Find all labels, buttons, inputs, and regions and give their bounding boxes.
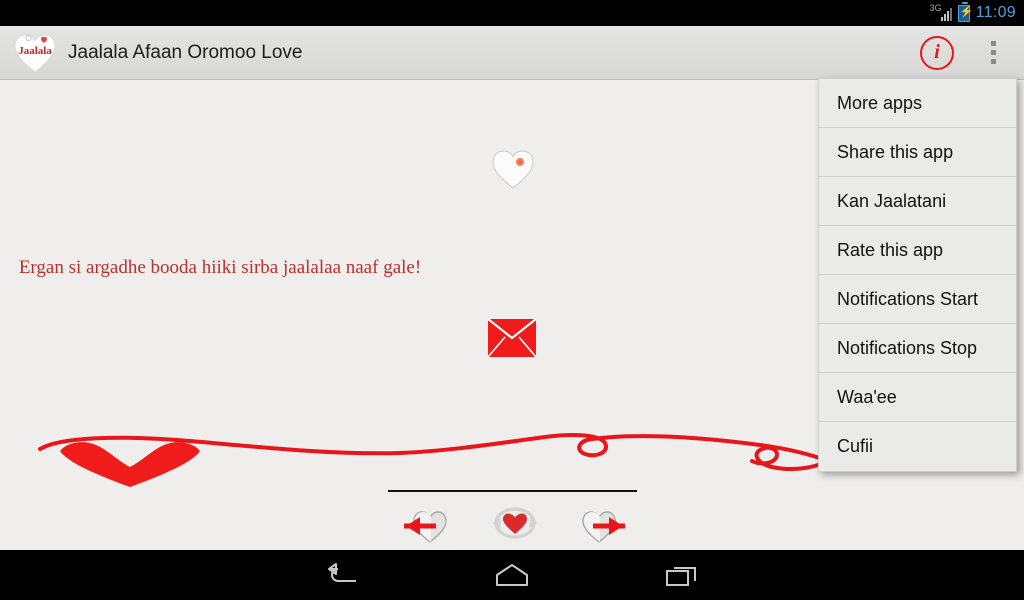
home-button[interactable] (427, 562, 597, 588)
content-controls (380, 501, 650, 549)
action-bar: Jaalala Jaalala Afaan Oromoo Love i (0, 26, 1024, 80)
random-heart-refresh-icon[interactable] (482, 501, 548, 545)
home-icon (496, 564, 528, 586)
heart-outline-icon (490, 147, 536, 191)
menu-item-cufii[interactable]: Cufii (819, 422, 1016, 471)
love-message-text: Ergan si argadhe booda hiiki sirba jaala… (18, 257, 422, 278)
page-title: Jaalala Afaan Oromoo Love (68, 41, 303, 63)
menu-item-waaee[interactable]: Waa'ee (819, 373, 1016, 422)
status-bar: 3G 11:09 (0, 0, 1024, 26)
menu-item-notifications-start[interactable]: Notifications Start (819, 275, 1016, 324)
envelope-icon[interactable] (487, 318, 537, 358)
menu-item-notifications-stop[interactable]: Notifications Stop (819, 324, 1016, 373)
back-arrow-icon (328, 563, 356, 582)
overflow-dropdown-menu: More apps Share this app Kan Jaalatani R… (818, 78, 1017, 472)
menu-item-share-this-app[interactable]: Share this app (819, 128, 1016, 177)
next-heart-arrow-icon[interactable] (573, 501, 639, 545)
svg-text:Jaalala: Jaalala (18, 45, 52, 57)
heart-ribbon-decoration (0, 421, 830, 491)
controls-divider (388, 490, 637, 492)
status-clock: 11:09 (975, 4, 1016, 21)
overflow-menu-icon[interactable] (980, 35, 1006, 71)
signal-bars-icon: 3G (930, 4, 952, 22)
previous-heart-arrow-icon[interactable] (390, 501, 456, 545)
device-screen: 3G 11:09 Jaalala Jaalala Afaan Oromoo Lo… (0, 0, 1024, 600)
recent-apps-icon (666, 567, 696, 586)
menu-item-rate-this-app[interactable]: Rate this app (819, 226, 1016, 275)
info-icon[interactable]: i (920, 35, 954, 70)
battery-charging-icon (957, 2, 973, 22)
back-button[interactable] (257, 562, 427, 588)
signal-bars-glyph (940, 8, 952, 21)
recent-apps-button[interactable] (597, 562, 767, 588)
app-logo-heart-icon: Jaalala (12, 32, 58, 74)
menu-item-kan-jaalatani[interactable]: Kan Jaalatani (819, 177, 1016, 226)
system-navigation-bar (0, 550, 1024, 600)
menu-item-more-apps[interactable]: More apps (819, 79, 1016, 128)
